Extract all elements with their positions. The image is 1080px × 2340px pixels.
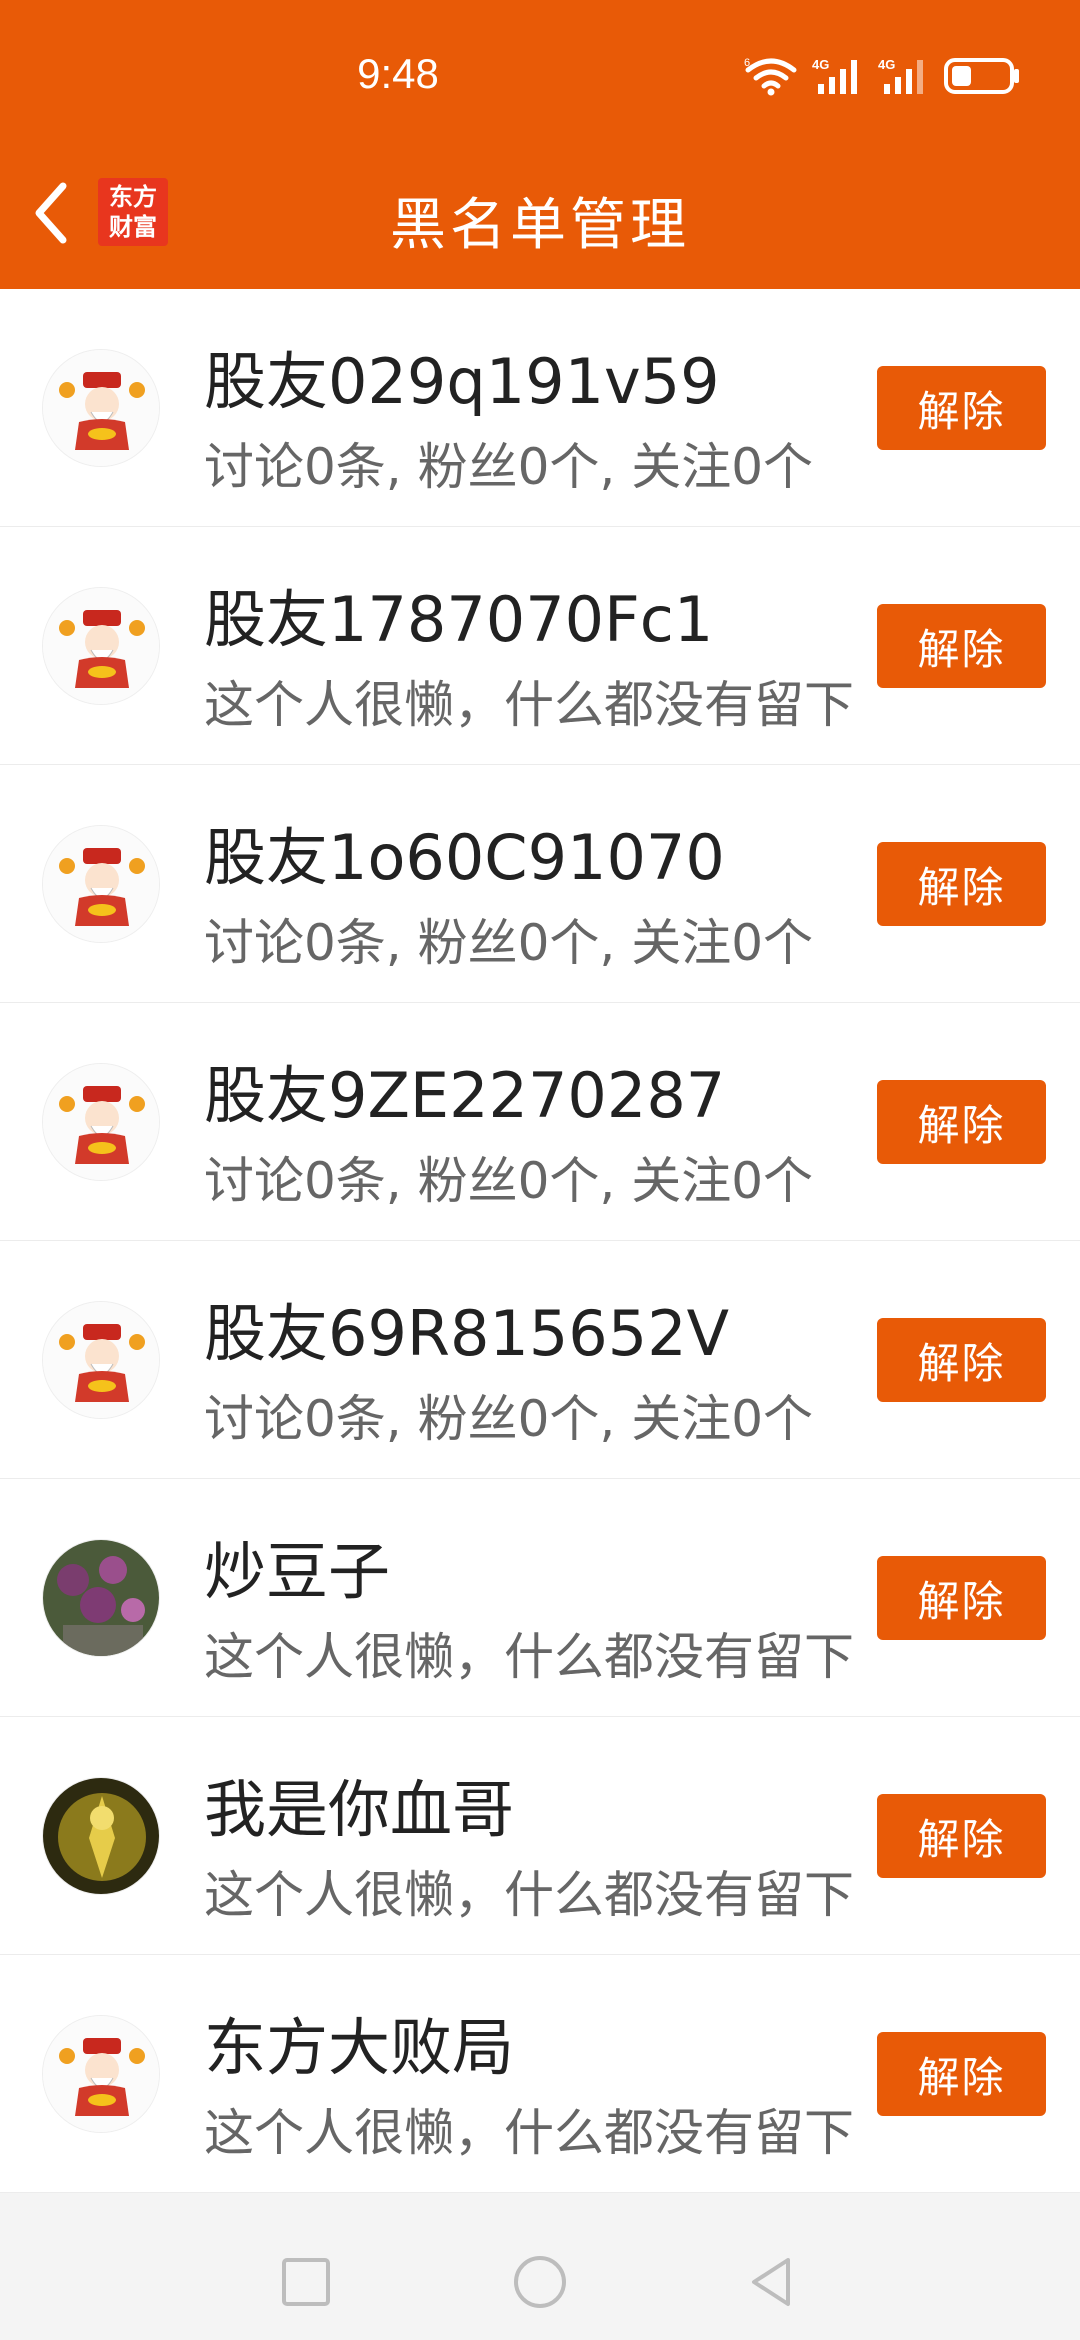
home-circle-icon[interactable]	[508, 2250, 572, 2314]
back-triangle-icon[interactable]	[740, 2250, 804, 2314]
app-header: 9:48 6 4G 4G 东方 财富 黑名单管理	[0, 0, 1080, 289]
god-of-wealth-avatar[interactable]	[42, 349, 160, 467]
god-of-wealth-avatar[interactable]	[42, 2015, 160, 2133]
blacklist-row[interactable]: 股友029q191v59 讨论0条, 粉丝0个, 关注0个 解除	[0, 289, 1080, 527]
unblock-button[interactable]: 解除	[877, 366, 1046, 450]
unblock-button[interactable]: 解除	[877, 604, 1046, 688]
blacklist-row[interactable]: 股友9ZE2270287 讨论0条, 粉丝0个, 关注0个 解除	[0, 1003, 1080, 1241]
blacklist-row[interactable]: 炒豆子这个人很懒，什么都没有留下 解除	[0, 1479, 1080, 1717]
user-description: 讨论0条, 粉丝0个, 关注0个	[204, 1152, 814, 1210]
flower-photo-avatar[interactable]	[42, 1539, 160, 1657]
unblock-button[interactable]: 解除	[877, 842, 1046, 926]
unblock-button[interactable]: 解除	[877, 1318, 1046, 1402]
user-description: 讨论0条, 粉丝0个, 关注0个	[204, 438, 814, 496]
svg-text:4G: 4G	[812, 57, 829, 72]
blacklist: 股友029q191v59 讨论0条, 粉丝0个, 关注0个 解除 股友1787070F…	[0, 289, 1080, 2193]
battery-icon	[944, 58, 1019, 94]
unblock-button[interactable]: 解除	[877, 2032, 1046, 2116]
user-description: 这个人很懒，什么都没有留下	[204, 676, 854, 734]
user-description: 这个人很懒，什么都没有留下	[204, 1866, 854, 1924]
user-description: 这个人很懒，什么都没有留下	[204, 2104, 854, 2162]
blacklist-row[interactable]: 股友69R815652V 讨论0条, 粉丝0个, 关注0个 解除	[0, 1241, 1080, 1479]
user-description: 这个人很懒，什么都没有留下	[204, 1628, 854, 1686]
blacklist-row[interactable]: 我是你血哥这个人很懒，什么都没有留下 解除	[0, 1717, 1080, 1955]
user-name: 股友1787070Fc1	[204, 583, 714, 656]
unblock-button[interactable]: 解除	[877, 1794, 1046, 1878]
user-description: 讨论0条, 粉丝0个, 关注0个	[204, 1390, 814, 1448]
unblock-button[interactable]: 解除	[877, 1080, 1046, 1164]
user-name: 股友029q191v59	[204, 345, 720, 418]
user-name: 股友1o60C91070	[204, 821, 725, 894]
unblock-button[interactable]: 解除	[877, 1556, 1046, 1640]
user-name: 炒豆子	[204, 1535, 391, 1608]
god-of-wealth-avatar[interactable]	[42, 1063, 160, 1181]
god-of-wealth-avatar[interactable]	[42, 587, 160, 705]
svg-text:6: 6	[744, 57, 750, 69]
god-of-wealth-avatar[interactable]	[42, 1301, 160, 1419]
blacklist-row[interactable]: 股友1787070Fc1 这个人很懒，什么都没有留下 解除	[0, 527, 1080, 765]
user-name: 股友69R815652V	[204, 1297, 730, 1370]
wifi-icon: 6	[744, 57, 797, 96]
user-name: 我是你血哥	[204, 1773, 515, 1846]
page-title: 黑名单管理	[390, 193, 690, 258]
status-icons: 6 4G 4G	[744, 56, 1022, 96]
user-description: 讨论0条, 粉丝0个, 关注0个	[204, 914, 814, 972]
svg-text:4G: 4G	[878, 57, 895, 72]
status-bar: 9:48 6 4G 4G	[0, 0, 1080, 150]
user-name: 股友9ZE2270287	[204, 1059, 726, 1132]
signal-icon: 4G	[878, 57, 923, 94]
blacklist-row[interactable]: 东方大败局这个人很懒，什么都没有留下 解除	[0, 1955, 1080, 2193]
god-of-wealth-avatar[interactable]	[42, 825, 160, 943]
golden-figure-avatar[interactable]	[42, 1777, 160, 1895]
recents-square-icon[interactable]	[274, 2250, 338, 2314]
status-time: 9:48	[357, 50, 439, 97]
user-name: 东方大败局	[204, 2011, 515, 2084]
blacklist-row[interactable]: 股友1o60C91070 讨论0条, 粉丝0个, 关注0个 解除	[0, 765, 1080, 1003]
system-nav-bar	[0, 2222, 1080, 2340]
signal-icon: 4G	[812, 57, 857, 94]
